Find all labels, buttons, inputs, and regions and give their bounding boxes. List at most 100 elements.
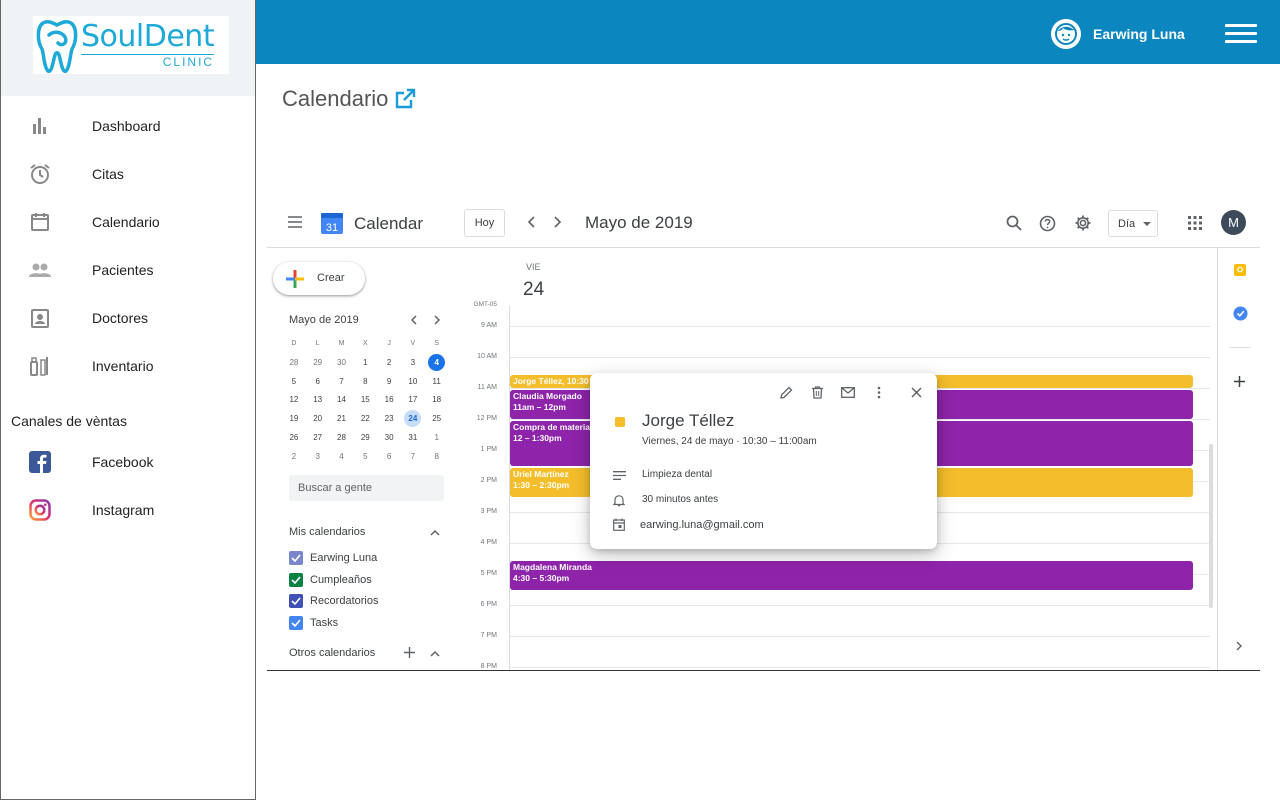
mini-day[interactable]: 10 xyxy=(401,373,425,392)
tasks-icon[interactable] xyxy=(1232,305,1248,321)
mini-day[interactable]: 28 xyxy=(282,354,306,373)
mini-day[interactable]: 15 xyxy=(353,391,377,410)
nav-pacientes[interactable]: Pacientes xyxy=(1,246,255,294)
scrollbar[interactable] xyxy=(1209,444,1213,608)
user-name[interactable]: Earwing Luna xyxy=(1093,26,1185,42)
mini-day[interactable]: 4 xyxy=(425,353,449,373)
mini-day[interactable]: 6 xyxy=(377,448,401,467)
mini-day[interactable]: 22 xyxy=(353,410,377,429)
mini-day[interactable]: 28 xyxy=(330,429,354,448)
menu-icon[interactable] xyxy=(1225,24,1257,44)
mini-day[interactable]: 12 xyxy=(282,391,306,410)
mini-day[interactable]: 27 xyxy=(306,429,330,448)
nav-dashboard[interactable]: Dashboard xyxy=(1,102,255,150)
mini-day[interactable]: 1 xyxy=(425,429,449,448)
nav-facebook[interactable]: Facebook xyxy=(1,438,255,486)
mini-day[interactable]: 7 xyxy=(401,448,425,467)
nav-calendario[interactable]: Calendario xyxy=(1,198,255,246)
keep-icon[interactable] xyxy=(1232,262,1248,278)
mini-day[interactable]: 5 xyxy=(282,373,306,392)
mini-day[interactable]: 7 xyxy=(330,373,354,392)
mini-day[interactable]: 21 xyxy=(330,410,354,429)
calendar-item-earwing[interactable]: Earwing Luna xyxy=(289,548,377,568)
mini-day[interactable]: 30 xyxy=(377,429,401,448)
apps-grid-icon[interactable] xyxy=(1187,215,1203,231)
hour-label: 9 AM xyxy=(481,322,497,329)
mini-day[interactable]: 3 xyxy=(306,448,330,467)
calendar-item-tasks[interactable]: Tasks xyxy=(289,613,338,633)
mini-day[interactable]: 18 xyxy=(425,391,449,410)
mini-day[interactable]: 13 xyxy=(306,391,330,410)
settings-gear-icon[interactable] xyxy=(1073,213,1092,232)
nav-citas[interactable]: Citas xyxy=(1,150,255,198)
mini-day[interactable]: 9 xyxy=(377,373,401,392)
next-day-icon[interactable] xyxy=(550,215,564,229)
mini-day[interactable]: 11 xyxy=(425,373,449,392)
mini-day-number: 4 xyxy=(339,451,344,461)
checkbox-checked-icon[interactable] xyxy=(289,551,303,565)
search-icon[interactable] xyxy=(1005,214,1023,232)
mini-day[interactable]: 6 xyxy=(306,373,330,392)
mini-day[interactable]: 8 xyxy=(353,373,377,392)
mini-day[interactable]: 2 xyxy=(377,354,401,373)
mini-day[interactable]: 25 xyxy=(425,410,449,429)
view-select[interactable]: Día xyxy=(1108,210,1158,237)
mini-day[interactable]: 29 xyxy=(353,429,377,448)
mini-day[interactable]: 1 xyxy=(353,354,377,373)
mini-day[interactable]: 5 xyxy=(353,448,377,467)
nav-doctores[interactable]: Doctores xyxy=(1,294,255,342)
add-calendar-icon[interactable] xyxy=(403,646,415,658)
checkbox-checked-icon[interactable] xyxy=(289,573,303,587)
mini-day[interactable]: 29 xyxy=(306,354,330,373)
today-button[interactable]: Hoy xyxy=(464,209,505,237)
mini-day[interactable]: 20 xyxy=(306,410,330,429)
help-icon[interactable] xyxy=(1038,214,1056,232)
mini-day[interactable]: 19 xyxy=(282,410,306,429)
mini-next-month-icon[interactable] xyxy=(431,314,443,326)
mini-day[interactable]: 23 xyxy=(377,410,401,429)
checkbox-checked-icon[interactable] xyxy=(289,616,303,630)
day-number[interactable]: 24 xyxy=(523,279,544,301)
event-block[interactable]: Magdalena Miranda 4:30 – 5:30pm xyxy=(510,560,1193,590)
event-datetime: Viernes, 24 de mayo · 10:30 – 11:00am xyxy=(642,436,817,447)
nav-instagram[interactable]: Instagram xyxy=(1,486,255,534)
nav-facebook-label: Facebook xyxy=(92,454,154,470)
mini-day[interactable]: 2 xyxy=(282,448,306,467)
mini-prev-month-icon[interactable] xyxy=(408,314,420,326)
calendar-item-reminders[interactable]: Recordatorios xyxy=(289,591,378,611)
event-block-title: Jorge Téllez xyxy=(513,375,563,386)
my-calendars-title[interactable]: Mis calendarios xyxy=(289,526,365,538)
mini-day[interactable]: 3 xyxy=(401,354,425,373)
souldent-logo[interactable]: SoulDent CLINIC xyxy=(33,16,229,74)
close-icon[interactable] xyxy=(908,384,924,400)
edit-pencil-icon[interactable] xyxy=(778,384,794,400)
expand-panel-icon[interactable] xyxy=(1234,640,1244,652)
collapse-up-icon[interactable] xyxy=(429,526,441,538)
external-link-icon[interactable] xyxy=(394,88,416,110)
email-guests-icon[interactable] xyxy=(840,384,856,400)
account-avatar[interactable]: M xyxy=(1221,210,1246,235)
prev-day-icon[interactable] xyxy=(525,215,539,229)
other-calendars-title[interactable]: Otros calendarios xyxy=(289,647,375,659)
user-avatar[interactable] xyxy=(1051,19,1081,49)
main-menu-icon[interactable] xyxy=(287,215,303,229)
hour-label: 11 AM xyxy=(477,384,497,391)
mini-day[interactable]: 30 xyxy=(330,354,354,373)
nav-inventario[interactable]: Inventario xyxy=(1,342,255,390)
mini-day[interactable]: 8 xyxy=(425,448,449,467)
mini-day[interactable]: 16 xyxy=(377,391,401,410)
collapse-up-icon[interactable] xyxy=(429,647,441,659)
checkbox-checked-icon[interactable] xyxy=(289,594,303,608)
mini-day[interactable]: 26 xyxy=(282,429,306,448)
calendar-item-birthdays[interactable]: Cumpleaños xyxy=(289,570,372,590)
mini-day[interactable]: 17 xyxy=(401,391,425,410)
mini-day[interactable]: 14 xyxy=(330,391,354,410)
mini-day[interactable]: 4 xyxy=(330,448,354,467)
more-options-icon[interactable] xyxy=(872,384,886,400)
mini-day[interactable]: 24 xyxy=(401,410,425,429)
mini-day[interactable]: 31 xyxy=(401,429,425,448)
people-search-input[interactable]: Buscar a gente xyxy=(289,475,444,501)
add-addon-icon[interactable] xyxy=(1232,374,1246,388)
delete-trash-icon[interactable] xyxy=(809,384,825,400)
create-button[interactable]: Crear xyxy=(273,262,365,295)
